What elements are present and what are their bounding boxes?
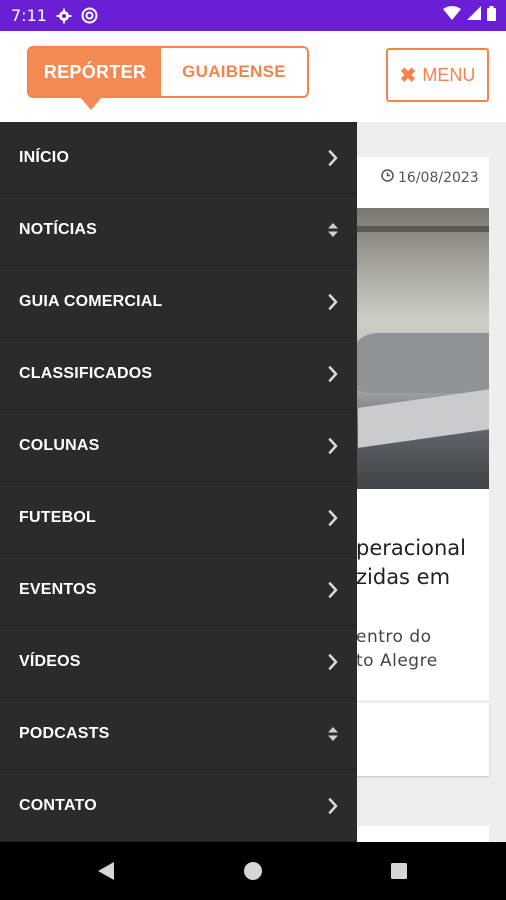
chevron-right-icon [327, 293, 339, 310]
article-excerpt-line: to Alegre [356, 651, 438, 671]
article-card-footer [356, 703, 489, 776]
recents-icon[interactable] [369, 842, 429, 900]
system-nav-bar [0, 842, 506, 900]
chevron-right-icon [327, 365, 339, 382]
drawer-item-vídeos[interactable]: VÍDEOS [0, 626, 357, 698]
article-date-text: 16/08/2023 [398, 169, 479, 186]
drawer-item-label: NOTÍCIAS [19, 220, 98, 238]
drawer-item-notícias[interactable]: NOTÍCIAS [0, 194, 357, 266]
status-bar: 7:11 [0, 0, 506, 31]
status-time: 7:11 [11, 6, 47, 25]
sort-icon [327, 222, 339, 238]
article-title-line: peracional [356, 536, 466, 560]
navigation-drawer: INÍCIO NOTÍCIAS GUIA COMERCIAL CLASSIFICADO… [0, 122, 357, 842]
sync-icon [81, 7, 98, 24]
article-excerpt-line: entro do [356, 627, 432, 647]
drawer-item-contato[interactable]: CONTATO [0, 770, 357, 842]
logo-part-guaibense: GUAIBENSE [182, 62, 286, 81]
drawer-item-label: INÍCIO [19, 148, 70, 166]
article-title[interactable]: peracional zidas em [356, 534, 466, 592]
drawer-item-início[interactable]: INÍCIO [0, 122, 357, 194]
drawer-item-label: CONTATO [19, 796, 97, 814]
drawer-item-eventos[interactable]: EVENTOS [0, 554, 357, 626]
chevron-right-icon [327, 581, 339, 598]
chevron-right-icon [327, 509, 339, 526]
article-title-line: zidas em [356, 565, 451, 589]
drawer-item-label: FUTEBOL [19, 508, 96, 526]
drawer-item-colunas[interactable]: COLUNAS [0, 410, 357, 482]
drawer-item-classificados[interactable]: CLASSIFICADOS [0, 338, 357, 410]
battery-icon [487, 5, 496, 26]
back-icon[interactable] [76, 842, 136, 900]
chevron-right-icon [327, 797, 339, 814]
sort-icon [327, 726, 339, 742]
home-icon[interactable] [223, 842, 283, 900]
site-logo[interactable]: REPÓRTER GUAIBENSE [27, 46, 309, 110]
drawer-item-label: PODCASTS [19, 724, 110, 742]
next-article-card[interactable] [356, 826, 489, 842]
app-header: REPÓRTER GUAIBENSE ✖ MENU [0, 31, 506, 122]
close-icon: ✖ [399, 64, 417, 87]
article-excerpt: entro do to Alegre [356, 625, 438, 673]
logo-part-reporter: REPÓRTER [29, 48, 161, 110]
chevron-right-icon [327, 653, 339, 670]
chevron-right-icon [327, 149, 339, 166]
drawer-item-podcasts[interactable]: PODCASTS [0, 698, 357, 770]
gear-icon [56, 8, 72, 24]
drawer-item-futebol[interactable]: FUTEBOL [0, 482, 357, 554]
signal-icon [467, 6, 481, 25]
drawer-item-label: EVENTOS [19, 580, 97, 598]
article-image[interactable] [338, 208, 489, 489]
drawer-item-label: COLUNAS [19, 436, 100, 454]
chevron-right-icon [327, 437, 339, 454]
menu-button-label: MENU [422, 64, 476, 85]
drawer-item-label: VÍDEOS [19, 652, 81, 670]
drawer-item-guia-comercial[interactable]: GUIA COMERCIAL [0, 266, 357, 338]
drawer-item-label: GUIA COMERCIAL [19, 292, 163, 310]
drawer-item-label: CLASSIFICADOS [19, 364, 153, 382]
menu-toggle-button[interactable]: ✖ MENU [386, 48, 489, 102]
wifi-icon [443, 6, 461, 25]
clock-icon [381, 169, 394, 186]
article-date: 16/08/2023 [381, 169, 479, 186]
